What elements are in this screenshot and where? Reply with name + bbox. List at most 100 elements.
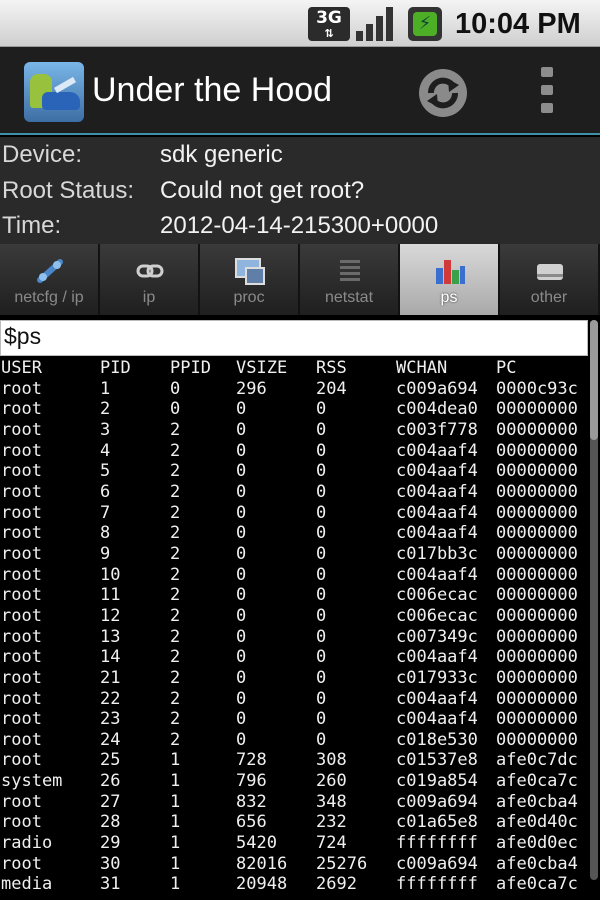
- scroll-thumb[interactable]: [590, 320, 598, 440]
- table-row: root 7 2 0 0 c004aaf4 00000000: [0, 503, 588, 524]
- overflow-menu-icon[interactable]: [530, 67, 564, 117]
- column-header-wchan: WCHAN: [396, 358, 448, 378]
- cell-rss: 0: [316, 543, 327, 564]
- cell-wchan: ffffffff: [396, 833, 478, 854]
- tab-other[interactable]: other: [500, 244, 600, 315]
- table-row: root 23 2 0 0 c004aaf4 00000000: [0, 709, 588, 730]
- cell-ppid: 1: [170, 874, 181, 895]
- column-header-user: USER: [1, 358, 42, 378]
- table-row: media 31 1 20948 2692 ffffffff afe0ca7c: [0, 874, 588, 895]
- table-row: root 25 1 728 308 c01537e8 afe0c7dc: [0, 750, 588, 771]
- cell-pid: 24: [100, 729, 121, 750]
- cell-rss: 0: [316, 626, 327, 647]
- cell-user: root: [1, 564, 42, 585]
- table-row: root 24 2 0 0 c018e530 00000000: [0, 730, 588, 751]
- cell-pid: 8: [100, 523, 111, 544]
- cell-pid: 11: [100, 585, 121, 606]
- tab-label: ip: [142, 289, 156, 306]
- cell-ppid: 2: [170, 543, 181, 564]
- cell-rss: 0: [316, 502, 327, 523]
- cell-user: root: [1, 523, 42, 544]
- tab-ip[interactable]: ip: [100, 244, 200, 315]
- cell-rss: 0: [316, 564, 327, 585]
- command-field[interactable]: $ps: [0, 320, 588, 356]
- cell-vsize: 0: [236, 543, 247, 564]
- app-icon[interactable]: [24, 62, 84, 122]
- table-row: root 10 2 0 0 c004aaf4 00000000: [0, 565, 588, 586]
- tab-label: other: [530, 289, 568, 306]
- command-text: $ps: [4, 323, 42, 349]
- cell-vsize: 0: [236, 481, 247, 502]
- column-header-rss: RSS: [316, 358, 347, 378]
- cell-rss: 232: [316, 812, 347, 833]
- cell-vsize: 0: [236, 419, 247, 440]
- cell-vsize: 796: [236, 771, 267, 792]
- cell-vsize: 0: [236, 440, 247, 461]
- cell-vsize: 0: [236, 564, 247, 585]
- scrollbar[interactable]: [590, 320, 598, 880]
- cell-rss: 348: [316, 791, 347, 812]
- cell-ppid: 2: [170, 709, 181, 730]
- cell-wchan: c004aaf4: [396, 709, 478, 730]
- cell-ppid: 2: [170, 564, 181, 585]
- column-header-vsize: VSIZE: [236, 358, 288, 378]
- cell-pid: 22: [100, 688, 121, 709]
- tab-netcfg-ip[interactable]: netcfg / ip: [0, 244, 100, 315]
- cell-ppid: 2: [170, 440, 181, 461]
- cell-pc: afe0d0ec: [496, 833, 578, 854]
- cell-ppid: 1: [170, 791, 181, 812]
- table-header: USER PID PPID VSIZE RSS WCHAN PC: [0, 358, 588, 379]
- cell-pid: 26: [100, 771, 121, 792]
- cell-user: root: [1, 585, 42, 606]
- cell-rss: 308: [316, 750, 347, 771]
- cell-pc: 00000000: [496, 688, 578, 709]
- tab-proc[interactable]: proc: [200, 244, 300, 315]
- cell-pc: 00000000: [496, 605, 578, 626]
- cell-wchan: c017933c: [396, 667, 478, 688]
- table-row: root 8 2 0 0 c004aaf4 00000000: [0, 523, 588, 544]
- cell-pid: 9: [100, 543, 111, 564]
- cell-rss: 0: [316, 709, 327, 730]
- cell-pc: 00000000: [496, 667, 578, 688]
- cell-wchan: c004aaf4: [396, 440, 478, 461]
- table-row: root 9 2 0 0 c017bb3c 00000000: [0, 544, 588, 565]
- table-row: radio 29 1 5420 724 ffffffff afe0d0ec: [0, 833, 588, 854]
- cell-pc: afe0ca7c: [496, 874, 578, 895]
- network-icon: [37, 259, 63, 283]
- cell-vsize: 0: [236, 729, 247, 750]
- cell-rss: 25276: [316, 853, 368, 874]
- cell-pc: afe0ca7c: [496, 771, 578, 792]
- cell-vsize: 0: [236, 399, 247, 420]
- cell-rss: 0: [316, 729, 327, 750]
- table-row: root 22 2 0 0 c004aaf4 00000000: [0, 689, 588, 710]
- cell-user: root: [1, 378, 42, 399]
- root-status-value: Could not get root?: [160, 177, 365, 204]
- cell-ppid: 2: [170, 461, 181, 482]
- cell-pc: 00000000: [496, 399, 578, 420]
- table-row: root 28 1 656 232 c01a65e8 afe0d40c: [0, 812, 588, 833]
- column-header-pc: PC: [496, 358, 517, 378]
- cell-ppid: 2: [170, 605, 181, 626]
- cell-wchan: c009a694: [396, 378, 478, 399]
- cell-vsize: 20948: [236, 874, 288, 895]
- cell-pc: 00000000: [496, 647, 578, 668]
- cell-vsize: 82016: [236, 853, 288, 874]
- link-icon: [136, 264, 164, 278]
- cell-wchan: c01a65e8: [396, 812, 478, 833]
- refresh-icon[interactable]: [415, 65, 471, 121]
- tab-ps[interactable]: ps: [400, 244, 500, 315]
- cell-wchan: c003f778: [396, 419, 478, 440]
- column-header-pid: PID: [100, 358, 131, 378]
- cell-vsize: 0: [236, 461, 247, 482]
- tab-netstat[interactable]: netstat: [300, 244, 400, 315]
- cell-vsize: 296: [236, 378, 267, 399]
- cell-rss: 0: [316, 399, 327, 420]
- cell-wchan: c018e530: [396, 729, 478, 750]
- device-info-panel: Device: sdk generic Root Status: Could n…: [0, 137, 600, 244]
- cell-pid: 2: [100, 399, 111, 420]
- cell-pc: afe0c7dc: [496, 750, 578, 771]
- cell-user: root: [1, 812, 42, 833]
- cell-pid: 23: [100, 709, 121, 730]
- cell-ppid: 2: [170, 729, 181, 750]
- cell-vsize: 0: [236, 709, 247, 730]
